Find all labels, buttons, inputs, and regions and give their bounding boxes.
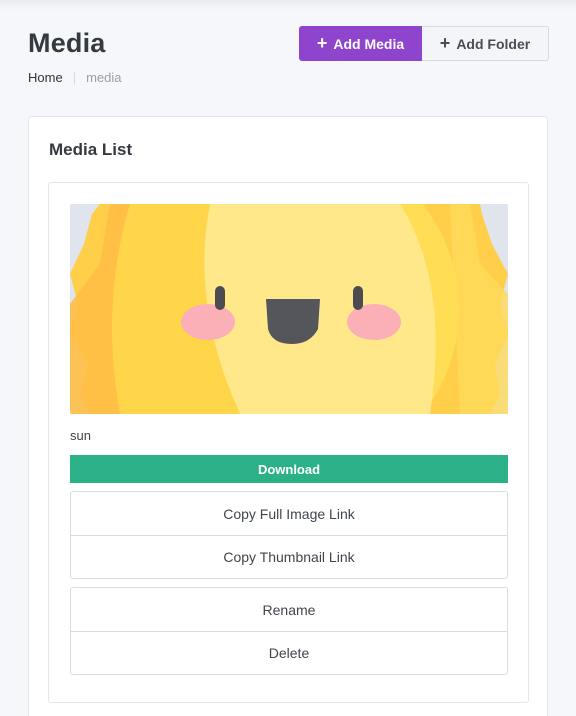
sun-image <box>70 204 508 414</box>
download-button[interactable]: Download <box>70 455 508 483</box>
media-thumbnail[interactable] <box>70 204 508 414</box>
breadcrumb-home[interactable]: Home <box>28 70 63 85</box>
add-folder-label: Add Folder <box>456 35 531 52</box>
breadcrumb-current: media <box>86 70 122 85</box>
header-button-group: + Add Media + Add Folder <box>299 26 549 61</box>
breadcrumb: Home | media <box>28 70 122 85</box>
plus-icon: + <box>439 32 451 53</box>
add-folder-button[interactable]: + Add Folder <box>422 26 549 61</box>
breadcrumb-separator: | <box>72 70 77 85</box>
add-media-label: Add Media <box>333 35 405 52</box>
copy-link-button-group: Copy Full Image Link Copy Thumbnail Link <box>70 491 508 579</box>
media-list-card: Media List sun Download Copy Full Image … <box>28 116 548 716</box>
copy-full-image-link-button[interactable]: Copy Full Image Link <box>71 492 507 535</box>
plus-icon: + <box>316 32 328 53</box>
page-title: Media <box>28 28 106 58</box>
media-name: sun <box>70 428 91 443</box>
delete-button[interactable]: Delete <box>71 631 507 674</box>
manage-button-group: Rename Delete <box>70 587 508 675</box>
rename-button[interactable]: Rename <box>71 588 507 631</box>
card-title: Media List <box>49 140 133 159</box>
media-item: sun Download Copy Full Image Link Copy T… <box>48 182 529 703</box>
add-media-button[interactable]: + Add Media <box>299 26 422 61</box>
copy-thumbnail-link-button[interactable]: Copy Thumbnail Link <box>71 535 507 578</box>
top-shadow <box>0 0 576 10</box>
